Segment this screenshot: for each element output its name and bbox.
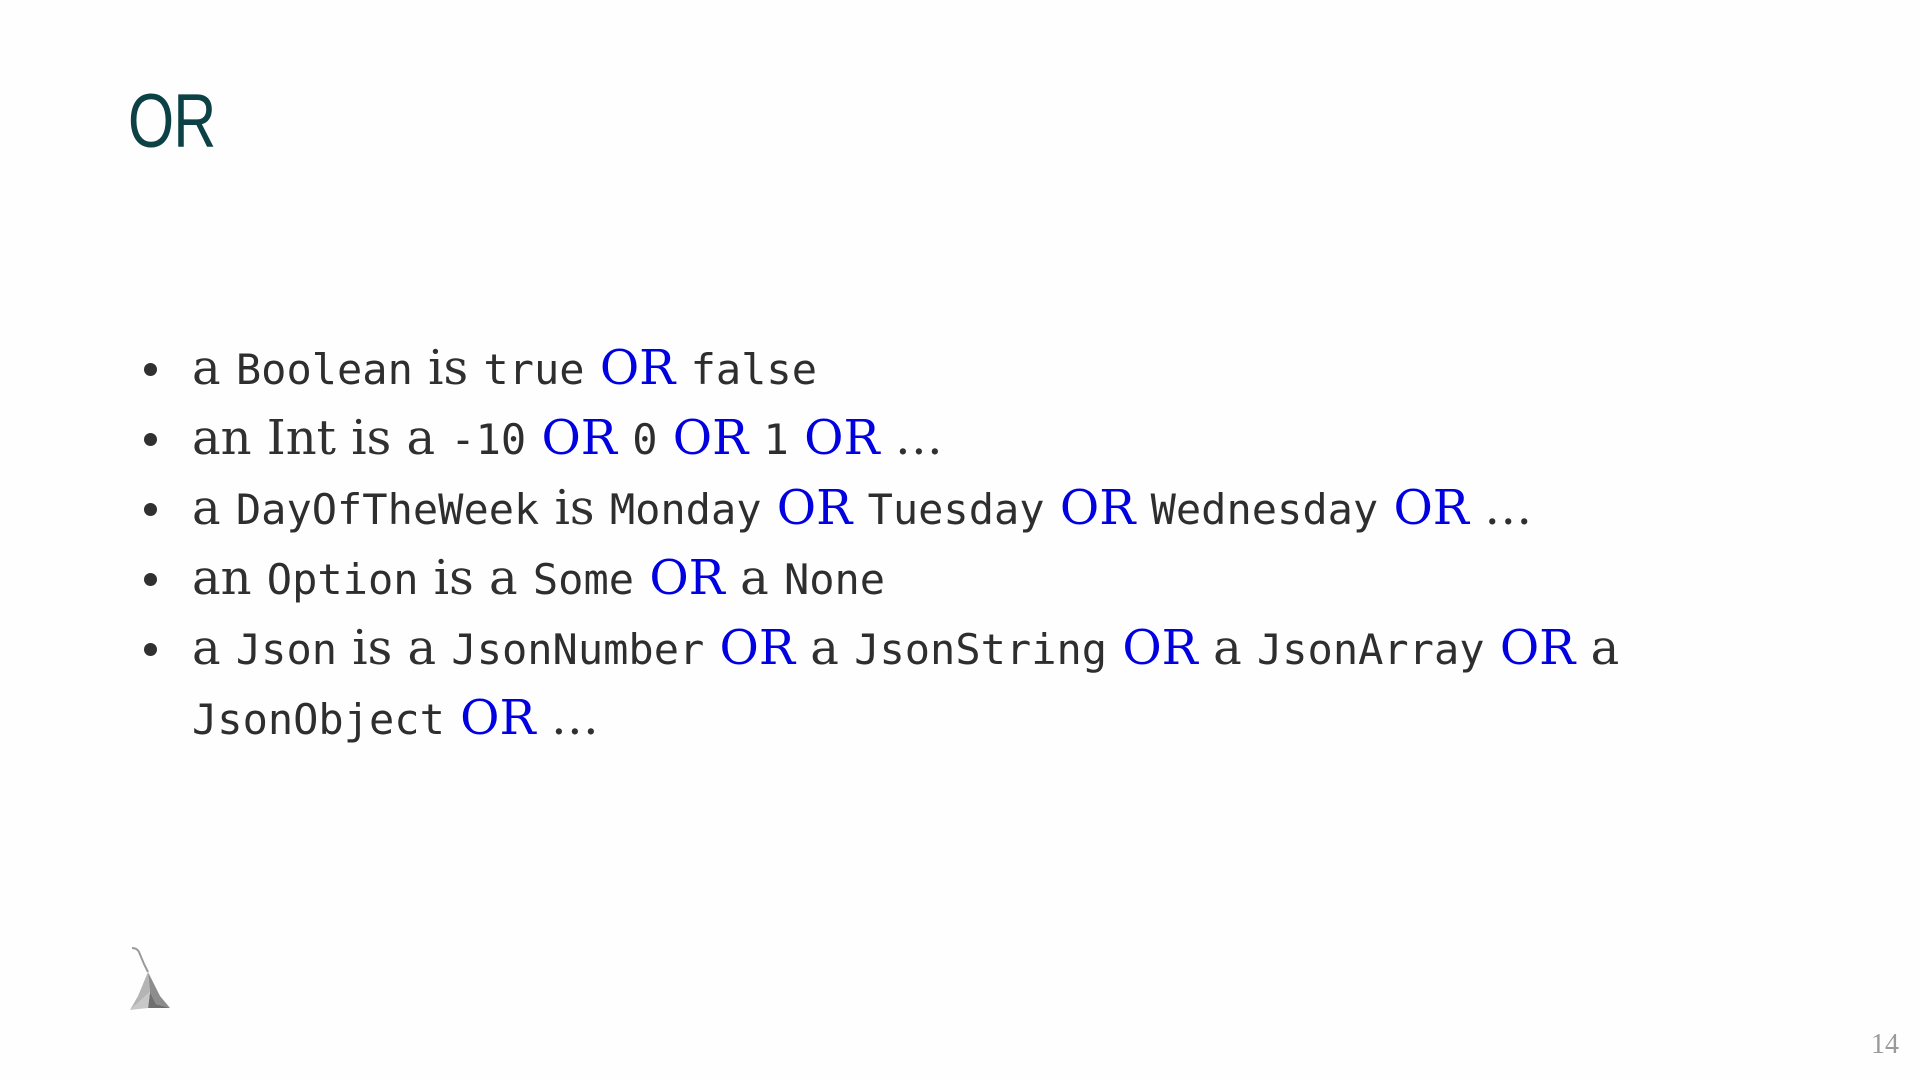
bullet-text bbox=[658, 410, 673, 466]
code-keyword: true bbox=[483, 345, 585, 394]
bullet-text bbox=[748, 410, 763, 466]
bullet-text: a bbox=[1197, 620, 1257, 676]
slide-title: OR bbox=[128, 79, 216, 164]
bullet-text bbox=[1045, 480, 1060, 536]
bullet-text: a bbox=[795, 620, 855, 676]
code-keyword: JsonString bbox=[854, 625, 1108, 674]
code-keyword: 0 bbox=[632, 415, 658, 464]
bullet-list: a Boolean is true OR false an Int is a -1… bbox=[142, 334, 1802, 754]
bullet-text: a bbox=[192, 620, 236, 676]
code-keyword: Json bbox=[235, 625, 338, 674]
bullet-text: a bbox=[192, 340, 236, 396]
bullet-dot bbox=[144, 433, 157, 446]
lambda-logo-icon bbox=[130, 947, 170, 1010]
code-keyword: JsonArray bbox=[1256, 625, 1485, 674]
bullet-text bbox=[1378, 480, 1393, 536]
bullet-dot bbox=[144, 363, 157, 376]
bullet-text bbox=[852, 480, 867, 536]
code-keyword: Tuesday bbox=[867, 485, 1045, 534]
bullet-text: a bbox=[1575, 620, 1635, 676]
code-keyword: None bbox=[783, 555, 886, 604]
code-keyword: Monday bbox=[609, 485, 762, 534]
page-number: 14 bbox=[1871, 1029, 1899, 1060]
code-keyword: Wednesday bbox=[1150, 485, 1379, 534]
bullet-text bbox=[526, 410, 541, 466]
bullet-text bbox=[789, 410, 804, 466]
bullet-item: an Int is a -10 OR 0 OR 1 OR … bbox=[142, 404, 1802, 474]
bullet-text: is a bbox=[337, 620, 452, 676]
or-keyword: OR bbox=[804, 410, 880, 466]
bullet-dot bbox=[144, 503, 157, 516]
or-keyword: OR bbox=[599, 340, 676, 396]
or-keyword: OR bbox=[776, 480, 853, 536]
or-keyword: OR bbox=[1059, 480, 1136, 536]
bullet-text bbox=[762, 480, 777, 536]
or-keyword: OR bbox=[1393, 480, 1469, 536]
bullet-text bbox=[585, 340, 600, 396]
bullet-text: a bbox=[192, 480, 236, 536]
bullet-item: a DayOfTheWeek is Monday OR Tuesday OR W… bbox=[142, 474, 1802, 544]
bullet-item: a Boolean is true OR false bbox=[142, 334, 1802, 404]
code-keyword: 1 bbox=[763, 415, 789, 464]
code-keyword: Option bbox=[266, 555, 419, 604]
bullet-text bbox=[634, 550, 649, 606]
bullet-text: is a bbox=[418, 550, 533, 606]
or-keyword: OR bbox=[1122, 620, 1198, 676]
or-keyword: OR bbox=[1499, 620, 1576, 676]
bullet-text: is bbox=[539, 480, 610, 536]
bullet-text bbox=[675, 340, 690, 396]
bullet-item: an Option is a Some OR a None bbox=[142, 544, 1802, 614]
code-keyword: JsonObject bbox=[192, 695, 445, 744]
bullet-text bbox=[1135, 480, 1150, 536]
bullet-text: … bbox=[879, 410, 943, 466]
bullet-text: is bbox=[412, 340, 484, 396]
code-keyword: Boolean bbox=[235, 345, 413, 394]
bullet-text bbox=[617, 410, 632, 466]
bullet-dot bbox=[144, 643, 157, 656]
or-keyword: OR bbox=[541, 410, 617, 466]
bullet-item: a Json is a JsonNumber OR a JsonString O… bbox=[142, 614, 1802, 754]
bullet-text: … bbox=[535, 690, 599, 746]
or-keyword: OR bbox=[719, 620, 796, 676]
or-keyword: OR bbox=[672, 410, 749, 466]
bullet-text bbox=[1485, 620, 1500, 676]
bullet-text: … bbox=[1468, 480, 1533, 536]
bullet-text bbox=[704, 620, 719, 676]
bullet-text bbox=[445, 690, 460, 746]
bullet-text: a bbox=[724, 550, 784, 606]
bullet-text: an bbox=[192, 550, 267, 606]
bullet-text bbox=[1107, 620, 1122, 676]
bullet-dot bbox=[144, 573, 157, 586]
code-keyword: Some bbox=[532, 555, 635, 604]
code-keyword: DayOfTheWeek bbox=[235, 485, 540, 534]
code-keyword: -10 bbox=[450, 415, 527, 464]
or-keyword: OR bbox=[460, 690, 536, 746]
code-keyword: JsonNumber bbox=[451, 625, 705, 674]
or-keyword: OR bbox=[649, 550, 725, 606]
code-keyword: false bbox=[690, 345, 818, 394]
bullet-text: an Int is a bbox=[192, 410, 451, 466]
